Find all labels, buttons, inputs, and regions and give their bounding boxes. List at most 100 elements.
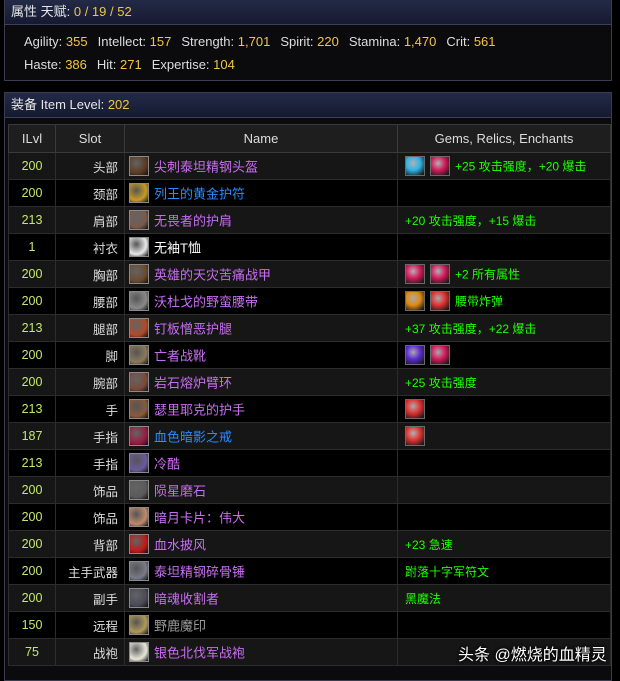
talent-points: 0 / 19 / 52 xyxy=(73,4,132,19)
stat-value: 1,701 xyxy=(237,34,271,49)
item-name-cell: 野鹿魔印 xyxy=(124,611,398,639)
item-slot: 手指 xyxy=(55,422,125,450)
item-gems-cell xyxy=(397,233,611,261)
stat-item: Crit: 561 xyxy=(446,34,495,49)
gem-icon[interactable] xyxy=(405,399,425,419)
item-icon[interactable] xyxy=(129,588,149,608)
equipment-table: ILvl Slot Name Gems, Relics, Enchants 20… xyxy=(8,124,611,666)
item-icon[interactable] xyxy=(129,642,149,662)
table-row: 213 肩部 无畏者的护肩 +20 攻击强度，+15 爆击 xyxy=(8,206,611,234)
item-name-cell: 列王的黄金护符 xyxy=(124,179,398,207)
column-gems[interactable]: Gems, Relics, Enchants xyxy=(397,124,611,153)
table-row: 200 饰品 陨星磨石 xyxy=(8,476,611,504)
table-row: 213 腿部 钉板憎恶护腿 +37 攻击强度，+22 爆击 xyxy=(8,314,611,342)
stat-item: Agility: 355 xyxy=(24,34,88,49)
item-icon[interactable] xyxy=(129,507,149,527)
item-icon[interactable] xyxy=(129,480,149,500)
table-row: 213 手指 冷酷 xyxy=(8,449,611,477)
item-gems-cell xyxy=(397,341,611,369)
stat-value: 386 xyxy=(65,57,87,72)
item-slot: 颈部 xyxy=(55,179,125,207)
item-level: 213 xyxy=(8,206,56,234)
equipment-panel: 装备 Item Level: 202 ILvl Slot Name Gems, … xyxy=(4,92,612,681)
enchant-text: +25 攻击强度 xyxy=(405,375,477,390)
stats-row-1: Agility: 355 Intellect: 157 Strength: 1,70… xyxy=(24,34,506,49)
item-icon[interactable] xyxy=(129,534,149,554)
item-icon[interactable] xyxy=(129,210,149,230)
table-row: 200 头部 尖刺泰坦精钢头盔 +25 攻击强度，+20 爆击 xyxy=(8,152,611,180)
stat-label: Haste: xyxy=(24,57,62,72)
item-slot: 主手武器 xyxy=(55,557,125,585)
item-icon[interactable] xyxy=(129,291,149,311)
item-link[interactable]: 暗魂收割者 xyxy=(154,592,219,607)
column-name[interactable]: Name xyxy=(124,124,398,153)
item-icon[interactable] xyxy=(129,237,149,257)
equipment-header: 装备 Item Level: 202 xyxy=(5,93,611,118)
item-icon[interactable] xyxy=(129,453,149,473)
item-slot: 战袍 xyxy=(55,638,125,666)
stat-value: 271 xyxy=(120,57,142,72)
column-ilvl[interactable]: ILvl xyxy=(8,124,56,153)
item-gems-cell xyxy=(397,179,611,207)
gem-icon[interactable] xyxy=(430,345,450,365)
item-slot: 远程 xyxy=(55,611,125,639)
gem-icon[interactable] xyxy=(405,291,425,311)
stat-item: Spirit: 220 xyxy=(280,34,339,49)
item-name-cell: 血水披风 xyxy=(124,530,398,558)
item-icon[interactable] xyxy=(129,399,149,419)
item-gems-cell xyxy=(397,503,611,531)
table-row: 150 远程 野鹿魔印 xyxy=(8,611,611,639)
item-level: 213 xyxy=(8,314,56,342)
item-link[interactable]: 瑟里耶克的护手 xyxy=(154,403,245,418)
item-link[interactable]: 无袖T恤 xyxy=(154,241,201,256)
gem-icon[interactable] xyxy=(405,264,425,284)
item-link[interactable]: 亡者战靴 xyxy=(154,349,206,364)
gem-icon[interactable] xyxy=(405,426,425,446)
item-icon[interactable] xyxy=(129,345,149,365)
item-link[interactable]: 沃杜戈的野蛮腰带 xyxy=(154,295,258,310)
item-link[interactable]: 无畏者的护肩 xyxy=(154,214,232,229)
gem-icon[interactable] xyxy=(430,156,450,176)
item-link[interactable]: 银色北伐军战袍 xyxy=(154,646,245,661)
item-icon[interactable] xyxy=(129,264,149,284)
item-link[interactable]: 岩石熔炉臂环 xyxy=(154,376,232,391)
item-icon[interactable] xyxy=(129,372,149,392)
item-link[interactable]: 血水披风 xyxy=(154,538,206,553)
item-link[interactable]: 泰坦精钢碎骨锤 xyxy=(154,565,245,580)
item-icon[interactable] xyxy=(129,426,149,446)
item-icon[interactable] xyxy=(129,183,149,203)
item-link[interactable]: 英雄的天灾苦痛战甲 xyxy=(154,268,271,283)
column-slot[interactable]: Slot xyxy=(55,124,125,153)
item-link[interactable]: 列王的黄金护符 xyxy=(154,187,245,202)
table-row: 200 颈部 列王的黄金护符 xyxy=(8,179,611,207)
item-link[interactable]: 暗月卡片：伟大 xyxy=(154,511,245,526)
item-gems-cell: +37 攻击强度，+22 爆击 xyxy=(397,314,611,342)
gem-icon[interactable] xyxy=(405,345,425,365)
item-icon[interactable] xyxy=(129,561,149,581)
item-link[interactable]: 冷酷 xyxy=(154,457,180,472)
gem-icon[interactable] xyxy=(430,264,450,284)
item-level: 200 xyxy=(8,503,56,531)
gem-icon[interactable] xyxy=(430,291,450,311)
item-name-cell: 英雄的天灾苦痛战甲 xyxy=(124,260,398,288)
equipment-header-label: 装备 Item Level: xyxy=(11,97,105,112)
item-level: 200 xyxy=(8,584,56,612)
item-icon[interactable] xyxy=(129,156,149,176)
item-gems-cell: +25 攻击强度 xyxy=(397,368,611,396)
item-link[interactable]: 陨星磨石 xyxy=(154,484,206,499)
item-icon[interactable] xyxy=(129,615,149,635)
gem-icon[interactable] xyxy=(405,156,425,176)
item-name-cell: 沃杜戈的野蛮腰带 xyxy=(124,287,398,315)
item-link[interactable]: 血色暗影之戒 xyxy=(154,430,232,445)
item-link[interactable]: 钉板憎恶护腿 xyxy=(154,322,232,337)
table-row: 200 腰部 沃杜戈的野蛮腰带 腰带炸弹 xyxy=(8,287,611,315)
item-name-cell: 亡者战靴 xyxy=(124,341,398,369)
item-link[interactable]: 野鹿魔印 xyxy=(154,619,206,634)
item-name-cell: 无畏者的护肩 xyxy=(124,206,398,234)
item-level: 200 xyxy=(8,530,56,558)
item-slot: 副手 xyxy=(55,584,125,612)
item-icon[interactable] xyxy=(129,318,149,338)
item-slot: 头部 xyxy=(55,152,125,180)
item-link[interactable]: 尖刺泰坦精钢头盔 xyxy=(154,160,258,175)
item-level: 200 xyxy=(8,260,56,288)
